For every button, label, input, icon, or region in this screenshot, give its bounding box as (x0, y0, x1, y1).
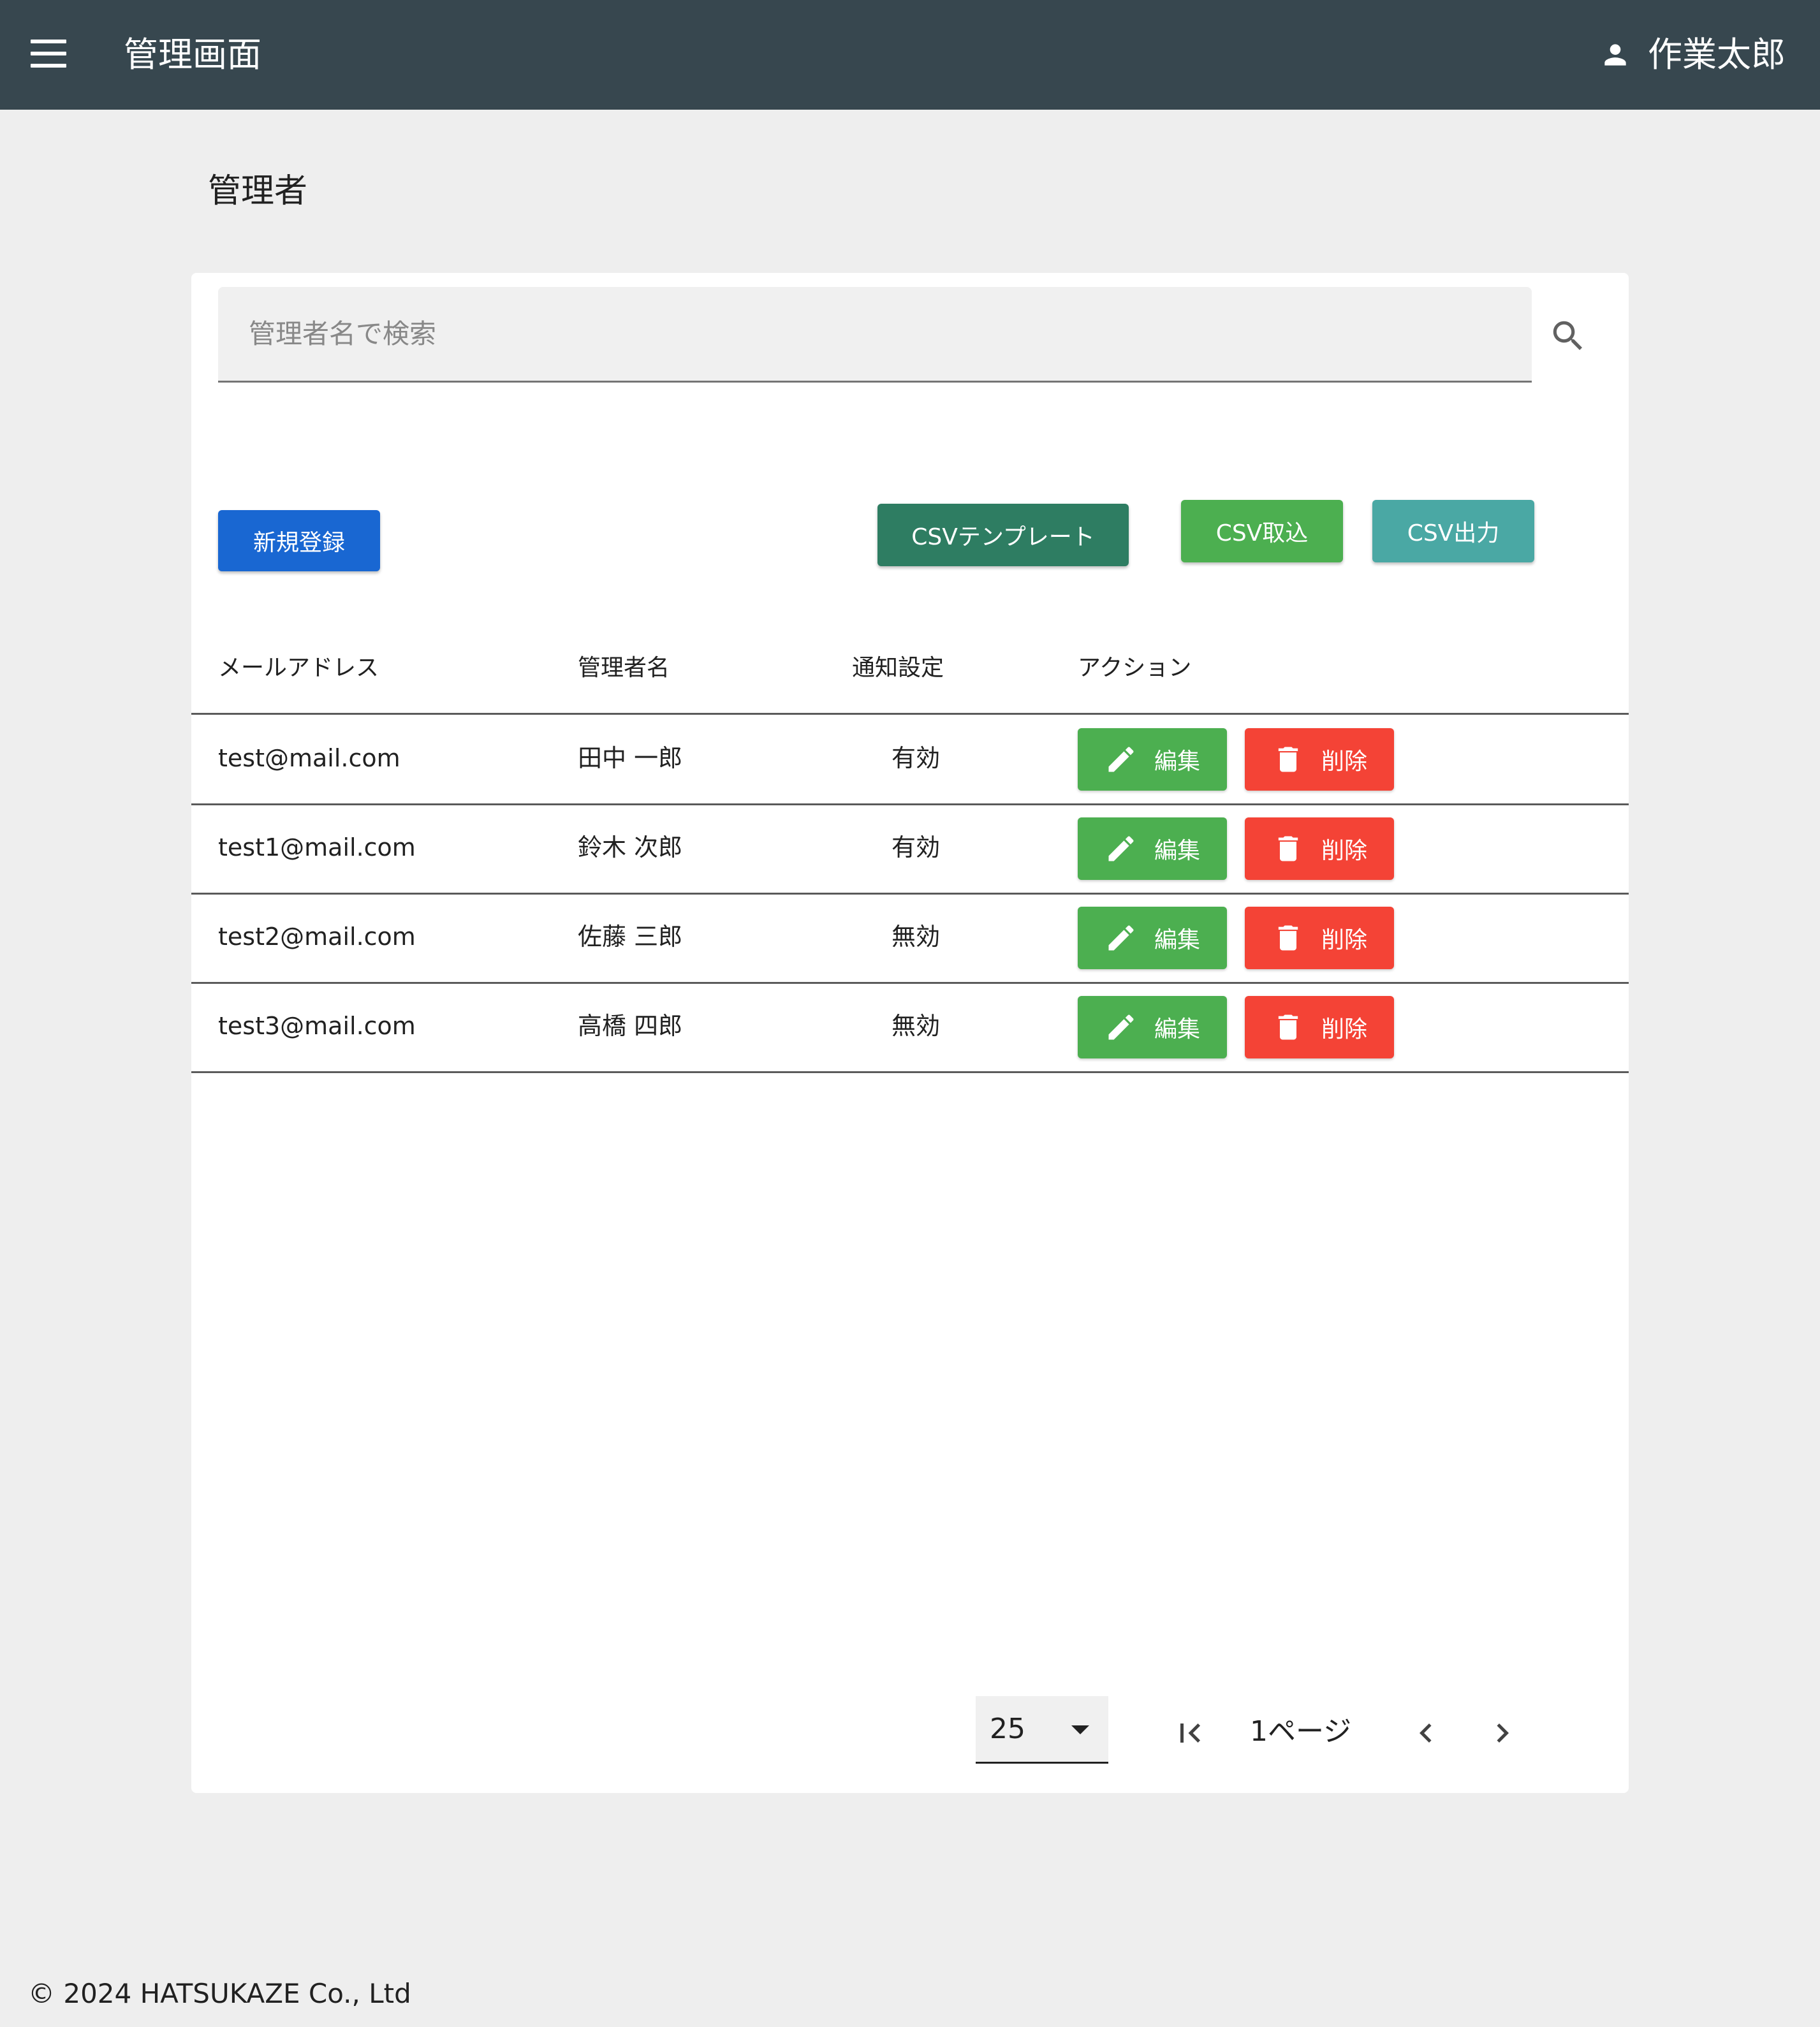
csv-export-button[interactable]: CSV出力 (1372, 500, 1534, 562)
search-input[interactable] (218, 287, 1532, 381)
delete-label: 削除 (1321, 749, 1367, 775)
trash-icon (1278, 925, 1298, 951)
page-title: 管理者 (208, 172, 308, 210)
cell-notify: 有効 (891, 744, 940, 772)
footer-copyright: © 2024 HATSUKAZE Co., Ltd (28, 1978, 411, 2009)
trash-icon (1278, 836, 1298, 861)
cell-notify: 有効 (891, 833, 940, 861)
delete-label: 削除 (1321, 927, 1367, 953)
delete-label: 削除 (1321, 838, 1367, 864)
menu-icon[interactable] (31, 40, 66, 68)
header-email: メールアドレス (218, 655, 379, 681)
dropdown-caret-icon (1071, 1725, 1089, 1734)
delete-button[interactable]: 削除 (1245, 728, 1394, 791)
csv-template-button[interactable]: CSVテンプレート (877, 504, 1129, 566)
table-row: test1@mail.com 鈴木 次郎 有効 編集 削除 (191, 803, 1629, 893)
rows-per-page-select[interactable]: 25 (976, 1696, 1108, 1764)
chevron-left-icon[interactable] (1407, 1714, 1445, 1752)
edit-button[interactable]: 編集 (1078, 907, 1227, 969)
pencil-icon (1108, 925, 1134, 951)
admin-list-card: 新規登録 CSVテンプレート CSV取込 CSV出力 メールアドレス 管理者名 … (191, 273, 1629, 1793)
edit-label: 編集 (1154, 1016, 1200, 1043)
delete-button[interactable]: 削除 (1245, 996, 1394, 1058)
header-name: 管理者名 (578, 655, 670, 681)
csv-import-button[interactable]: CSV取込 (1181, 500, 1343, 562)
table-row: test@mail.com 田中 一郎 有効 編集 削除 (191, 714, 1629, 803)
user-menu[interactable]: 作業太郎 (1599, 31, 1786, 79)
row-divider (191, 1071, 1629, 1073)
edit-label: 編集 (1154, 927, 1200, 953)
cell-name: 田中 一郎 (578, 744, 683, 772)
trash-icon (1278, 747, 1298, 772)
pencil-icon (1108, 836, 1134, 861)
table-row: test3@mail.com 高橋 四郎 無効 編集 削除 (191, 982, 1629, 1071)
cell-email: test@mail.com (218, 744, 400, 772)
edit-label: 編集 (1154, 749, 1200, 775)
table-row: test2@mail.com 佐藤 三郎 無効 編集 削除 (191, 893, 1629, 982)
delete-button[interactable]: 削除 (1245, 817, 1394, 880)
new-register-button[interactable]: 新規登録 (218, 510, 380, 571)
user-name: 作業太郎 (1648, 34, 1786, 75)
rows-per-page-value: 25 (990, 1713, 1025, 1745)
search-field[interactable] (218, 287, 1532, 383)
search-icon[interactable] (1548, 316, 1588, 356)
delete-label: 削除 (1321, 1016, 1367, 1043)
header-action: アクション (1078, 655, 1192, 681)
delete-button[interactable]: 削除 (1245, 907, 1394, 969)
cell-email: test2@mail.com (218, 923, 416, 951)
chevron-right-icon[interactable] (1483, 1714, 1522, 1752)
page-indicator: 1ページ (1250, 1715, 1352, 1748)
app-bar: 管理画面 作業太郎 (0, 0, 1820, 110)
trash-icon (1278, 1014, 1298, 1040)
app-title: 管理画面 (124, 34, 261, 75)
cell-email: test1@mail.com (218, 833, 416, 861)
edit-label: 編集 (1154, 838, 1200, 864)
edit-button[interactable]: 編集 (1078, 817, 1227, 880)
first-page-icon[interactable] (1171, 1714, 1209, 1752)
user-icon (1604, 44, 1626, 66)
cell-name: 鈴木 次郎 (578, 833, 683, 861)
header-notify: 通知設定 (852, 655, 944, 681)
cell-name: 佐藤 三郎 (578, 923, 683, 951)
cell-email: test3@mail.com (218, 1012, 416, 1040)
cell-name: 高橋 四郎 (578, 1012, 683, 1040)
pencil-icon (1108, 747, 1134, 772)
edit-button[interactable]: 編集 (1078, 996, 1227, 1058)
pencil-icon (1108, 1014, 1134, 1040)
edit-button[interactable]: 編集 (1078, 728, 1227, 791)
cell-notify: 無効 (891, 1012, 940, 1040)
cell-notify: 無効 (891, 923, 940, 951)
